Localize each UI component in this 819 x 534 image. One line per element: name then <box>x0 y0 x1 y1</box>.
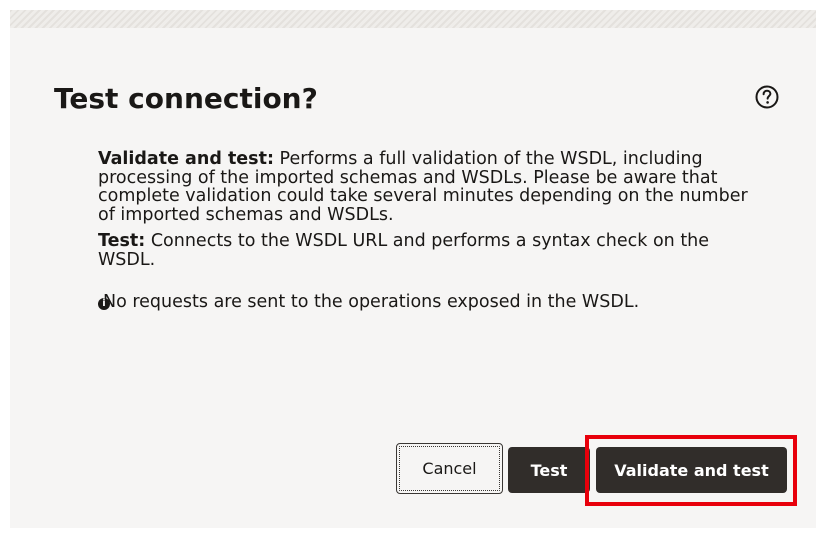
test-connection-dialog: Test connection? Validate and test: Perf… <box>10 10 816 528</box>
info-note-text: No requests are sent to the operations e… <box>103 292 640 312</box>
cancel-button[interactable]: Cancel <box>396 443 503 494</box>
test-description: Test: Connects to the WSDL URL and perfo… <box>98 232 766 269</box>
validate-and-test-label: Validate and test: <box>98 149 274 169</box>
test-text: Connects to the WSDL URL and performs a … <box>98 231 710 270</box>
question-circle-icon[interactable] <box>754 84 780 110</box>
test-button[interactable]: Test <box>508 447 590 493</box>
validate-and-test-description: Validate and test: Performs a full valid… <box>98 150 766 224</box>
test-label: Test: <box>98 231 146 251</box>
dialog-top-border <box>10 10 816 28</box>
validate-and-test-button[interactable]: Validate and test <box>596 447 787 493</box>
info-icon: i <box>98 298 110 310</box>
dialog-title: Test connection? <box>54 82 318 115</box>
info-note: iNo requests are sent to the operations … <box>98 293 766 312</box>
dialog-body: Validate and test: Performs a full valid… <box>98 150 766 312</box>
